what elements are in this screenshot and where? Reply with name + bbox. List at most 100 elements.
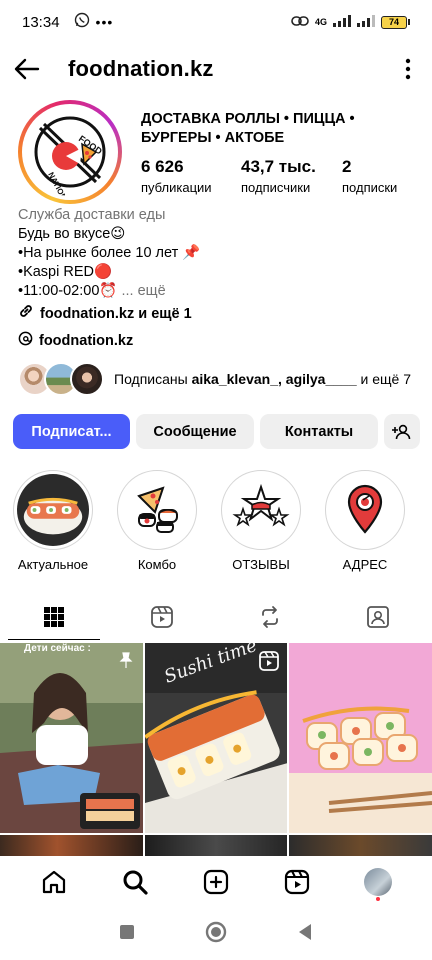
followers-stat[interactable]: 43,7 тыс. подписчики bbox=[241, 157, 342, 197]
recent-apps-button[interactable] bbox=[119, 924, 135, 945]
signal-icon bbox=[333, 14, 351, 30]
following-count: 2 bbox=[342, 157, 352, 176]
pinned-icon bbox=[117, 651, 135, 674]
post-thumbnail[interactable] bbox=[289, 643, 432, 833]
circle-icon bbox=[205, 921, 227, 942]
profile-button[interactable] bbox=[358, 862, 398, 902]
post-thumbnail[interactable] bbox=[144, 835, 288, 857]
home-icon bbox=[43, 870, 66, 894]
threads-icon bbox=[18, 331, 33, 350]
followed-by-names: aika_klevan_, agilya____ bbox=[191, 371, 357, 387]
more-notifications-icon: ••• bbox=[95, 14, 114, 30]
highlight-label: ОТЗЫВЫ bbox=[232, 557, 290, 572]
tab-tagged[interactable] bbox=[324, 594, 432, 640]
threads-username: foodnation.kz bbox=[39, 332, 134, 349]
follow-button[interactable]: Подписат... bbox=[13, 414, 130, 449]
home-button[interactable] bbox=[34, 862, 74, 902]
follower-avatars bbox=[18, 362, 110, 396]
suggest-people-button[interactable] bbox=[384, 414, 420, 449]
link-icon bbox=[291, 15, 309, 30]
tab-reels[interactable] bbox=[108, 594, 216, 640]
whatsapp-icon bbox=[74, 12, 90, 32]
triangle-back-icon bbox=[299, 923, 311, 940]
more-options-icon[interactable] bbox=[396, 54, 420, 84]
bottom-navigation bbox=[0, 856, 432, 908]
post-thumbnail[interactable] bbox=[289, 835, 432, 857]
reels-icon bbox=[151, 606, 173, 628]
profile-display-name: ДОСТАВКА РОЛЛЫ • ПИЦЦА • БУРГЕРЫ • АКТОБ… bbox=[141, 111, 355, 146]
link-chain-icon bbox=[18, 303, 34, 325]
profile-username: foodnation.kz bbox=[68, 56, 214, 81]
following-stat[interactable]: 2 подписки bbox=[342, 157, 397, 197]
avatar bbox=[70, 362, 104, 396]
system-navigation bbox=[0, 908, 432, 960]
profile-links[interactable]: foodnation.kz и ещё 1 bbox=[18, 303, 418, 325]
followed-by-text: Подписаны aika_klevan_, agilya____ и ещё… bbox=[114, 371, 411, 387]
reels-icon bbox=[284, 869, 309, 895]
back-system-button[interactable] bbox=[297, 923, 313, 946]
foodnation-logo: FOOD NATION bbox=[26, 108, 114, 196]
bio-line: Будь во вкусе😉 bbox=[18, 226, 126, 242]
profile-category: Служба доставки еды bbox=[18, 207, 166, 223]
threads-badge[interactable]: foodnation.kz bbox=[18, 331, 133, 350]
followers-count: 43,7 тыс. bbox=[241, 157, 316, 176]
followers-label: подписчики bbox=[241, 180, 311, 195]
contacts-button[interactable]: Контакты bbox=[260, 414, 378, 449]
highlight-label: Комбо bbox=[137, 557, 177, 572]
network-type: 4G bbox=[314, 17, 327, 27]
message-button[interactable]: Сообщение bbox=[136, 414, 254, 449]
svg-text:Дети сейчас :: Дети сейчас : bbox=[24, 643, 91, 654]
highlight-label: Актуальное bbox=[17, 557, 89, 572]
back-arrow-icon[interactable] bbox=[12, 54, 42, 84]
bio-more-link[interactable]: ... ещё bbox=[122, 283, 166, 299]
create-post-button[interactable] bbox=[196, 862, 236, 902]
square-icon bbox=[120, 924, 134, 939]
repost-icon bbox=[262, 606, 278, 628]
plus-square-icon bbox=[203, 869, 229, 895]
stars-review-icon bbox=[225, 474, 297, 546]
status-time: 13:34 bbox=[22, 13, 60, 31]
svg-text:NATION: NATION bbox=[46, 171, 68, 196]
status-bar: 13:34 ••• 4G 74 bbox=[0, 0, 432, 44]
profile-link-text: foodnation.kz и ещё 1 bbox=[40, 305, 192, 322]
profile-bio: Служба доставки еды Будь во вкусе😉 •На р… bbox=[18, 206, 418, 325]
profile-actions: Подписат... Сообщение Контакты bbox=[13, 414, 420, 449]
sushi-roll-photo bbox=[17, 474, 89, 546]
followed-by[interactable]: Подписаны aika_klevan_, agilya____ и ещё… bbox=[18, 362, 414, 396]
battery-level: 74 bbox=[381, 15, 407, 29]
tagged-person-icon bbox=[367, 606, 389, 628]
bio-line: •Kaspi RED🔴 bbox=[18, 264, 113, 280]
map-pin-icon bbox=[329, 474, 401, 546]
home-system-button[interactable] bbox=[205, 921, 227, 948]
highlight-label: АДРЕС bbox=[342, 557, 388, 572]
posts-stat[interactable]: 6 626 публикации bbox=[141, 157, 241, 197]
bio-line-last: •11:00-02:00⏰ ... ещё bbox=[18, 282, 418, 301]
search-icon bbox=[123, 870, 148, 895]
post-thumbnail[interactable]: Дети сейчас : bbox=[0, 643, 143, 833]
post-thumbnail[interactable] bbox=[0, 835, 143, 857]
posts-label: публикации bbox=[141, 180, 212, 195]
reels-button[interactable] bbox=[277, 862, 317, 902]
tab-posts-grid[interactable] bbox=[0, 594, 108, 640]
profile-stats: 6 626 публикации 43,7 тыс. подписчики 2 … bbox=[141, 157, 397, 197]
profile-avatar[interactable]: FOOD NATION bbox=[18, 100, 122, 204]
posts-grid-next-row bbox=[0, 835, 432, 857]
signal-icon-2 bbox=[357, 14, 375, 30]
search-button[interactable] bbox=[115, 862, 155, 902]
posts-grid: Дети сейчас : Sushi time bbox=[0, 643, 432, 855]
profile-header: foodnation.kz bbox=[0, 46, 432, 92]
grid-icon bbox=[44, 607, 64, 627]
highlight-item[interactable]: Комбо bbox=[106, 470, 208, 572]
post-thumbnail[interactable]: Sushi time bbox=[144, 643, 288, 833]
notification-dot bbox=[375, 897, 380, 901]
highlight-item[interactable]: Актуальное bbox=[2, 470, 104, 572]
highlight-item[interactable]: АДРЕС bbox=[314, 470, 416, 572]
pizza-sushi-combo-icon bbox=[121, 474, 193, 546]
battery-icon: 74 bbox=[381, 15, 410, 29]
avatar bbox=[363, 868, 392, 896]
highlight-item[interactable]: ОТЗЫВЫ bbox=[210, 470, 312, 572]
bio-line: •На рынке более 10 лет 📌 bbox=[18, 245, 201, 261]
reel-icon bbox=[259, 651, 280, 676]
tab-reposts[interactable] bbox=[216, 594, 324, 640]
content-tabs bbox=[0, 594, 432, 640]
